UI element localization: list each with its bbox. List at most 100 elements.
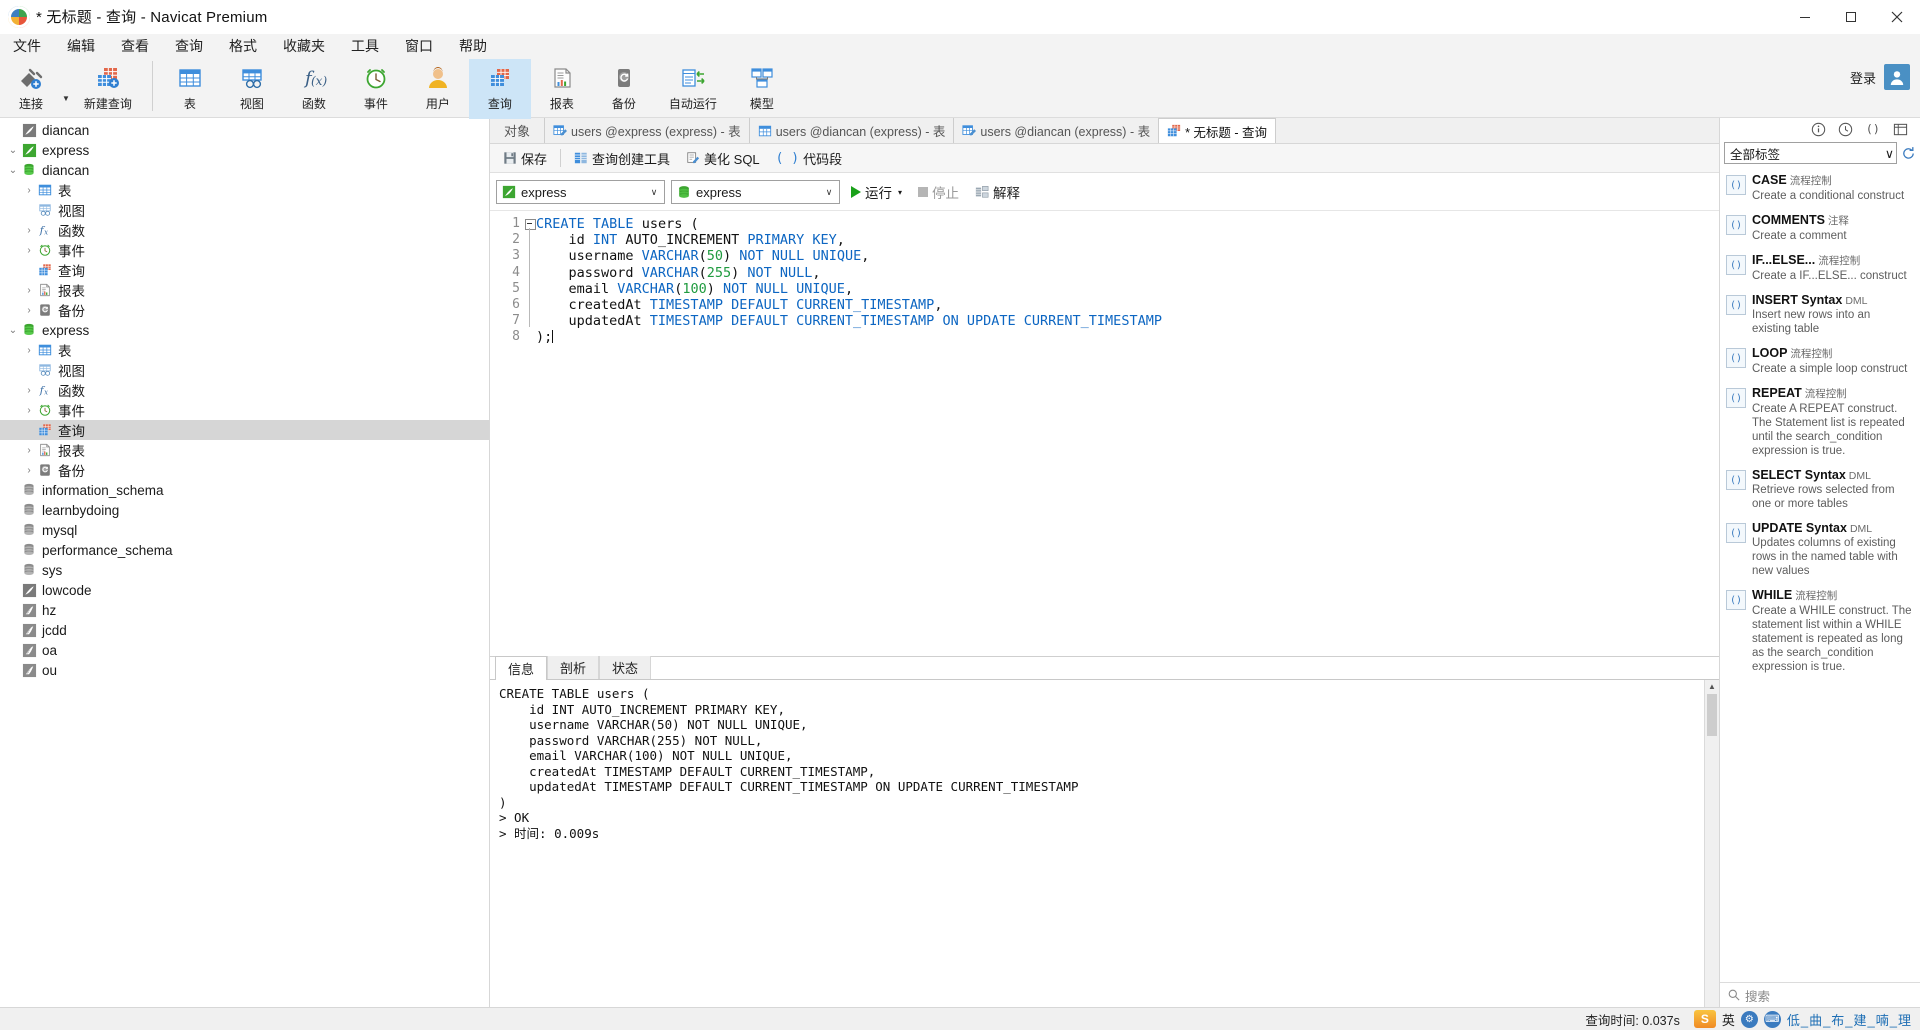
snippet-tag-select[interactable]: 全部标签 ∨ <box>1724 142 1897 164</box>
toolbar-backup[interactable]: 备份 <box>593 59 655 119</box>
login-area[interactable]: 登录 <box>1850 64 1910 90</box>
chevron-right-icon[interactable]: › <box>22 445 36 456</box>
tab-info[interactable]: 信息 <box>495 656 548 680</box>
toolbar-event[interactable]: 事件 <box>345 59 407 119</box>
chevron-right-icon[interactable]: › <box>22 245 36 256</box>
fold-toggle-icon[interactable] <box>525 219 536 230</box>
chevron-down-icon[interactable]: ∨ <box>821 187 837 198</box>
snippet-item[interactable]: () LOOP 流程控制 Create a simple loop construct <box>1720 341 1920 381</box>
snippet-search[interactable]: 搜索 <box>1720 982 1920 1007</box>
toolbar-function[interactable]: f (x) 函数 <box>283 59 345 119</box>
tree-node-hz-24[interactable]: hz <box>0 600 489 620</box>
scroll-up-icon[interactable]: ▲ <box>1708 680 1716 693</box>
object-tab-users-diancan-1[interactable]: users @diancan (express) - 表 <box>748 118 954 143</box>
chevron-right-icon[interactable]: › <box>22 385 36 396</box>
chevron-right-icon[interactable]: › <box>22 225 36 236</box>
run-dropdown-caret-icon[interactable]: ▾ <box>898 188 902 197</box>
tree-node-sys-22[interactable]: sys <box>0 560 489 580</box>
ime-badge-icon[interactable]: S <box>1693 1010 1716 1028</box>
snippet-item[interactable]: () WHILE 流程控制 Create a WHILE construct. The… <box>1720 583 1920 679</box>
close-button[interactable] <box>1874 1 1920 33</box>
chevron-down-icon[interactable]: ⌄ <box>6 145 20 156</box>
toolbar-automation[interactable]: 自动运行 <box>655 59 731 119</box>
ime-settings-icon[interactable]: ⚙ <box>1740 1010 1758 1028</box>
chevron-right-icon[interactable]: › <box>22 345 36 356</box>
ime-language-label[interactable]: 英 <box>1722 1010 1735 1029</box>
tree-node-函数-13[interactable]: › f x 函数 <box>0 380 489 400</box>
info-icon[interactable] <box>1811 122 1826 137</box>
editor-fold-column[interactable] <box>524 211 536 656</box>
snippet-item[interactable]: () REPEAT 流程控制 Create A REPEAT construct. T… <box>1720 381 1920 463</box>
menu-file[interactable]: 文件 <box>0 34 54 58</box>
tree-node-lowcode-23[interactable]: lowcode <box>0 580 489 600</box>
tree-node-mysql-20[interactable]: mysql <box>0 520 489 540</box>
explain-button[interactable]: 解释 <box>970 180 1025 204</box>
tree-node-备份-17[interactable]: › 备份 <box>0 460 489 480</box>
menu-view[interactable]: 查看 <box>108 34 162 58</box>
toolbar-user[interactable]: 用户 <box>407 59 469 119</box>
refresh-icon[interactable] <box>1901 146 1916 161</box>
tree-node-diancan-2[interactable]: ⌄ diancan <box>0 160 489 180</box>
avatar[interactable] <box>1884 64 1910 90</box>
tree-node-视图-4[interactable]: 视图 <box>0 200 489 220</box>
tree-node-learnbydoing-19[interactable]: learnbydoing <box>0 500 489 520</box>
sql-editor[interactable]: 12345678 CREATE TABLE users ( id INT AUT… <box>490 210 1719 656</box>
connection-select[interactable]: express ∨ <box>496 180 665 204</box>
ime-keyboard-icon[interactable]: ⌨ <box>1763 1010 1781 1028</box>
tree-node-express-1[interactable]: ⌄ express <box>0 140 489 160</box>
tree-node-视图-12[interactable]: 视图 <box>0 360 489 380</box>
snippet-item[interactable]: () UPDATE Syntax DML Updates columns of exi… <box>1720 516 1920 583</box>
menu-help[interactable]: 帮助 <box>446 34 500 58</box>
tree-node-information_schema-18[interactable]: information_schema <box>0 480 489 500</box>
minimize-button[interactable] <box>1782 1 1828 33</box>
toolbar-new-query[interactable]: 新建查询 <box>70 59 146 119</box>
history-icon[interactable] <box>1838 122 1853 137</box>
query-builder-button[interactable]: 查询创建工具 <box>567 147 677 170</box>
database-select[interactable]: express ∨ <box>671 180 840 204</box>
code-snippet-panel-icon[interactable]: () <box>1865 122 1881 137</box>
save-button[interactable]: 保存 <box>496 147 554 170</box>
menu-query[interactable]: 查询 <box>162 34 216 58</box>
menu-favorites[interactable]: 收藏夹 <box>270 34 338 58</box>
tree-node-oa-26[interactable]: oa <box>0 640 489 660</box>
connection-tree[interactable]: diancan ⌄ express ⌄ diancan › 表视图 › f x 函数 › 事件 查询 › 报表… <box>0 118 490 1007</box>
stop-button[interactable]: 停止 <box>913 180 964 204</box>
tree-node-express-10[interactable]: ⌄ express <box>0 320 489 340</box>
beautify-sql-button[interactable]: 美化 SQL <box>679 147 767 170</box>
tree-node-报表-8[interactable]: › 报表 <box>0 280 489 300</box>
object-tab-users-express[interactable]: users @express (express) - 表 <box>544 118 749 143</box>
chevron-down-icon[interactable]: ⌄ <box>6 165 20 176</box>
chevron-down-icon[interactable]: ∨ <box>1885 146 1894 161</box>
object-tab-users-diancan-2[interactable]: users @diancan (express) - 表 <box>953 118 1158 143</box>
snippet-item[interactable]: () IF...ELSE... 流程控制 Create a IF...ELSE... … <box>1720 248 1920 288</box>
menu-window[interactable]: 窗口 <box>392 34 446 58</box>
toolbar-view[interactable]: 视图 <box>221 59 283 119</box>
tree-node-事件-14[interactable]: › 事件 <box>0 400 489 420</box>
snippet-item[interactable]: () CASE 流程控制 Create a conditional construct <box>1720 168 1920 208</box>
login-label[interactable]: 登录 <box>1850 68 1876 87</box>
snippet-item[interactable]: () SELECT Syntax DML Retrieve rows selected… <box>1720 463 1920 516</box>
scrollbar-thumb[interactable] <box>1707 694 1717 736</box>
code-snippet-button[interactable]: ( ) 代码段 <box>769 147 850 170</box>
toolbar-table[interactable]: 表 <box>159 59 221 119</box>
tree-node-jcdd-25[interactable]: jcdd <box>0 620 489 640</box>
tree-node-查询-7[interactable]: 查询 <box>0 260 489 280</box>
tab-status[interactable]: 状态 <box>599 655 652 679</box>
results-scrollbar[interactable]: ▲ <box>1704 680 1719 1007</box>
object-tab-untitled-query[interactable]: * 无标题 - 查询 <box>1158 118 1277 143</box>
tree-node-函数-5[interactable]: › f x 函数 <box>0 220 489 240</box>
snippet-list[interactable]: () CASE 流程控制 Create a conditional construct… <box>1720 166 1920 982</box>
sql-code-text[interactable]: CREATE TABLE users ( id INT AUTO_INCREME… <box>536 211 1719 656</box>
tree-node-表-11[interactable]: › 表 <box>0 340 489 360</box>
connection-dropdown-caret-icon[interactable]: ▼ <box>62 94 70 103</box>
tree-node-事件-6[interactable]: › 事件 <box>0 240 489 260</box>
toolbar-query[interactable]: 查询 <box>468 59 531 119</box>
run-button[interactable]: 运行 ▾ <box>846 180 907 204</box>
tree-node-ou-27[interactable]: ou <box>0 660 489 680</box>
menu-tools[interactable]: 工具 <box>338 34 392 58</box>
chevron-right-icon[interactable]: › <box>22 465 36 476</box>
chevron-right-icon[interactable]: › <box>22 285 36 296</box>
chevron-right-icon[interactable]: › <box>22 405 36 416</box>
toolbar-report[interactable]: 报表 <box>531 59 593 119</box>
snippet-item[interactable]: () COMMENTS 注释 Create a comment <box>1720 208 1920 248</box>
